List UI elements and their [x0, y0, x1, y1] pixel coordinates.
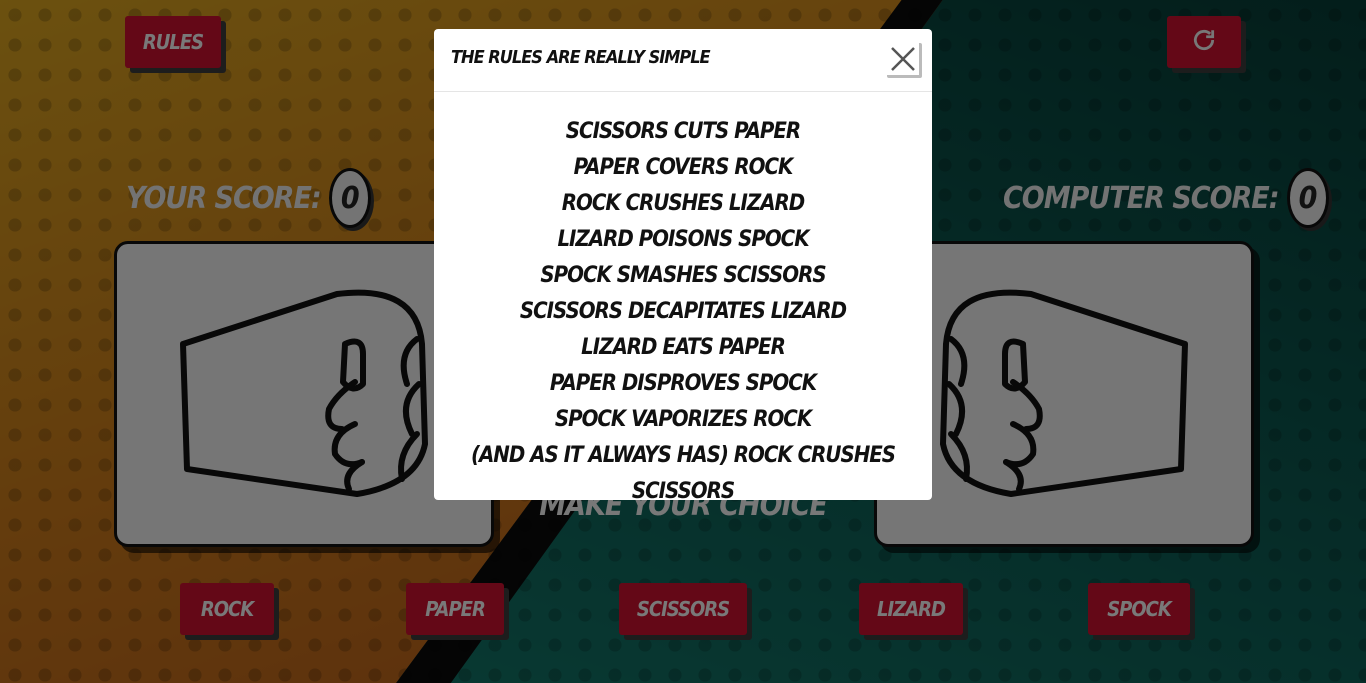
- rules-modal: THE RULES ARE REALLY SIMPLE SCISSORS CUT…: [434, 29, 932, 504]
- rule-item: PAPER DISPROVES SPOCK: [549, 371, 817, 396]
- close-button[interactable]: [887, 43, 922, 78]
- rule-item: SCISSORS CUTS PAPER: [565, 119, 801, 144]
- rule-item: LIZARD EATS PAPER: [581, 335, 786, 360]
- rule-item: SCISSORS DECAPITATES LIZARD: [519, 299, 847, 324]
- rule-item: SPOCK SMASHES SCISSORS: [540, 263, 826, 288]
- rule-item: SPOCK VAPORIZES ROCK: [554, 407, 812, 432]
- rule-item: ROCK CRUSHES LIZARD: [561, 191, 805, 216]
- modal-body: SCISSORS CUTS PAPER PAPER COVERS ROCK RO…: [434, 92, 932, 504]
- modal-header: THE RULES ARE REALLY SIMPLE: [434, 29, 932, 92]
- close-icon: [891, 47, 915, 71]
- rule-item: LIZARD POISONS SPOCK: [557, 227, 809, 252]
- rule-item: (AND AS IT ALWAYS HAS) ROCK CRUSHES SCIS…: [470, 443, 896, 504]
- modal-title: THE RULES ARE REALLY SIMPLE: [451, 47, 711, 68]
- rule-item: PAPER COVERS ROCK: [573, 155, 794, 180]
